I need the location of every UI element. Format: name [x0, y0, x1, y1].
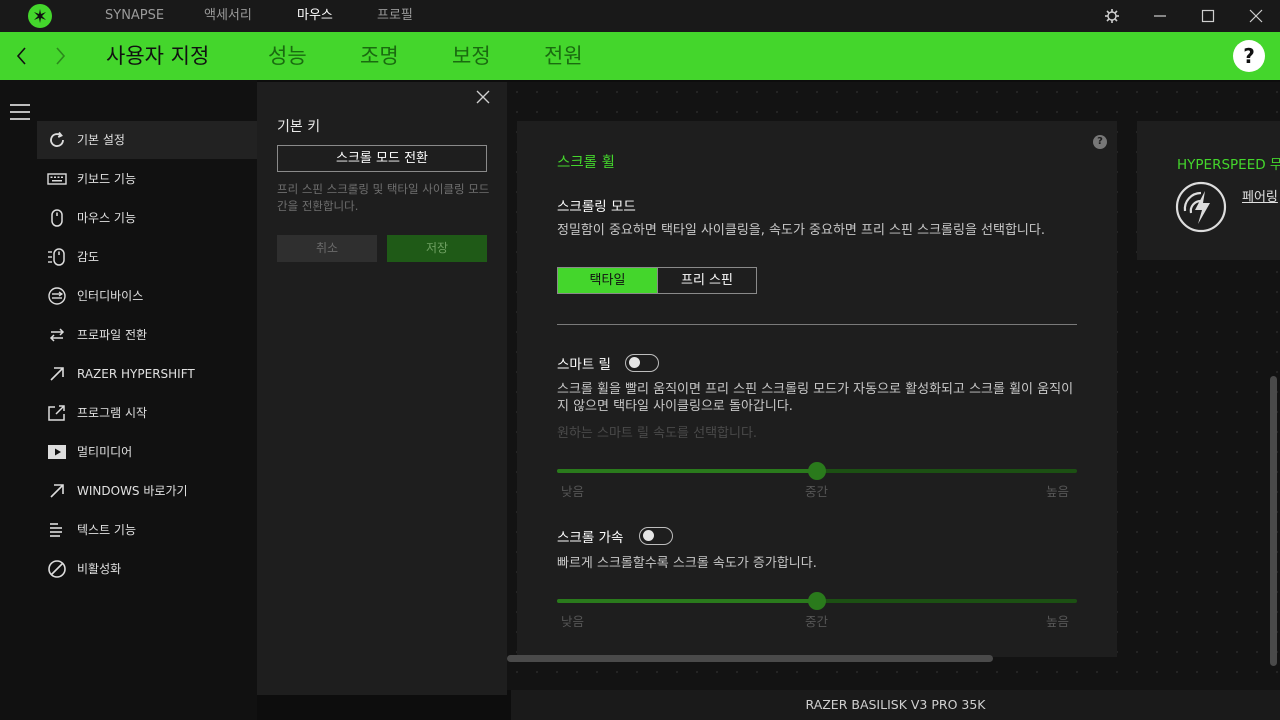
mouse-icon	[51, 209, 63, 227]
close-icon[interactable]	[1246, 6, 1266, 26]
tab-lighting[interactable]: 조명	[360, 32, 399, 80]
back-arrow-icon[interactable]	[14, 44, 30, 68]
slider-fill	[557, 599, 817, 603]
smart-reel-speed-slider[interactable]	[557, 462, 1077, 480]
tab-power[interactable]: 전원	[544, 32, 583, 80]
smart-reel-description: 스크롤 휠을 빨리 움직이면 프리 스핀 스크롤링 모드가 자동으로 활성화되고…	[557, 382, 1074, 414]
launch-program-icon	[48, 405, 65, 421]
sidebar-item-text[interactable]: 텍스트 기능	[37, 511, 257, 549]
close-panel-icon[interactable]	[475, 89, 491, 105]
pairing-link[interactable]: 페어링	[1242, 186, 1278, 205]
tab-calibration[interactable]: 보정	[452, 32, 491, 80]
key-assignment-panel	[257, 82, 507, 695]
divider	[557, 324, 1077, 325]
sidebar-item-label: RAZER HYPERSHIFT	[77, 367, 195, 381]
tab-customize[interactable]: 사용자 지정	[106, 32, 209, 80]
settings-icon[interactable]	[1102, 6, 1122, 26]
sidebar-item-sensitivity[interactable]: 감도	[37, 238, 257, 276]
tab-synapse[interactable]: SYNAPSE	[105, 0, 164, 32]
scroll-mode-title: 스크롤링 모드	[557, 199, 636, 215]
tab-mouse[interactable]: 마우스	[297, 0, 333, 32]
minimize-icon[interactable]	[1150, 6, 1170, 26]
smart-reel-speed-hint: 원하는 스마트 릴 속도를 선택합니다.	[557, 426, 758, 441]
scroll-wheel-title: 스크롤 휠	[557, 155, 615, 171]
reset-icon	[50, 131, 64, 147]
sidebar-item-disable[interactable]: 비활성화	[37, 550, 257, 588]
slider-mid-label: 중간	[805, 484, 829, 499]
tab-accessories[interactable]: 액세서리	[204, 0, 252, 32]
sidebar-item-keyboard[interactable]: 키보드 기능	[37, 160, 257, 198]
sidebar-item-label: 비활성화	[77, 562, 122, 576]
slider-handle[interactable]	[808, 462, 826, 480]
forward-arrow-icon[interactable]	[52, 44, 68, 68]
sidebar-item-multimedia[interactable]: 멀티미디어	[37, 433, 257, 471]
sidebar-item-label: 감도	[77, 250, 100, 264]
hyperspeed-wireless-icon	[1175, 181, 1227, 233]
sidebar-item-label: WINDOWS 바로가기	[77, 484, 188, 498]
card-help-icon[interactable]: ?	[1093, 135, 1107, 149]
panel-title: 기본 키	[277, 119, 321, 135]
free-spin-option[interactable]: 프리 스핀	[657, 268, 756, 293]
maximize-icon[interactable]	[1198, 6, 1218, 26]
scroll-mode-description: 정밀함이 중요하면 택타일 사이클링을, 속도가 중요하면 프리 스핀 스크롤링…	[557, 223, 1045, 238]
sidebar-item-label: 키보드 기능	[77, 172, 137, 186]
title-bar: SYNAPSE 액세서리 마우스 프로필	[0, 0, 1280, 32]
save-button[interactable]: 저장	[387, 235, 487, 262]
text-icon	[50, 523, 62, 537]
play-icon	[48, 445, 66, 459]
function-select[interactable]: 스크롤 모드 전환	[277, 145, 487, 172]
hypershift-arrow-icon	[50, 367, 64, 381]
panel-description: 프리 스핀 스크롤링 및 택타일 사이클링 모드 간을 전환합니다.	[277, 182, 490, 213]
smart-reel-title: 스마트 릴	[557, 357, 611, 373]
sidebar-item-label: 프로그램 시작	[77, 406, 148, 420]
interdevice-icon	[48, 287, 66, 305]
sidebar-item-mouse[interactable]: 마우스 기능	[37, 199, 257, 237]
tactile-option[interactable]: 택타일	[558, 268, 657, 293]
tab-profile[interactable]: 프로필	[377, 0, 413, 32]
sensitivity-icon	[48, 248, 65, 266]
slider-handle[interactable]	[808, 592, 826, 610]
razer-logo-icon[interactable]	[28, 4, 52, 28]
device-bar: RAZER BASILISK V3 PRO 35K	[511, 690, 1280, 720]
section-tab-bar: 사용자 지정 성능 조명 보정 전원 ?	[0, 32, 1280, 80]
sidebar-item-profile-switch[interactable]: 프로파일 전환	[37, 316, 257, 354]
slider-high-label: 높음	[1046, 484, 1070, 499]
sidebar-item-label: 기본 설정	[77, 133, 125, 147]
keyboard-icon	[47, 173, 67, 185]
scroll-acceleration-slider[interactable]	[557, 592, 1077, 610]
scroll-mode-segmented-control: 택타일 프리 스핀	[557, 267, 757, 294]
device-name: RAZER BASILISK V3 PRO 35K	[805, 697, 986, 712]
sidebar-item-label: 프로파일 전환	[77, 328, 148, 342]
hyperspeed-card: HYPERSPEED 무 페어링	[1137, 121, 1280, 260]
disable-icon	[48, 560, 66, 578]
sidebar-item-default[interactable]: 기본 설정	[37, 121, 257, 159]
scroll-acceleration-toggle[interactable]	[639, 527, 673, 545]
shortcut-arrow-icon	[50, 484, 64, 498]
sidebar-item-label: 마우스 기능	[77, 211, 137, 225]
tab-performance[interactable]: 성능	[268, 32, 307, 80]
sidebar-item-launch-program[interactable]: 프로그램 시작	[37, 394, 257, 432]
sidebar-item-label: 텍스트 기능	[77, 523, 137, 537]
sidebar-item-hypershift[interactable]: RAZER HYPERSHIFT	[37, 355, 257, 393]
smart-reel-toggle[interactable]	[625, 354, 659, 372]
sidebar-item-label: 멀티미디어	[77, 445, 133, 459]
menu-icon[interactable]	[10, 104, 30, 122]
slider-low-label: 낮음	[561, 614, 585, 629]
profile-switch-icon	[49, 328, 65, 342]
vertical-scrollbar[interactable]	[1270, 376, 1277, 666]
sidebar-item-label: 인터디바이스	[77, 289, 144, 303]
horizontal-scrollbar[interactable]	[507, 655, 993, 662]
sidebar-item-interdevice[interactable]: 인터디바이스	[37, 277, 257, 315]
slider-mid-label: 중간	[805, 614, 829, 629]
cancel-button[interactable]: 취소	[277, 235, 377, 262]
sidebar-item-windows-shortcut[interactable]: WINDOWS 바로가기	[37, 472, 257, 510]
slider-fill	[557, 469, 817, 473]
hyperspeed-title: HYPERSPEED 무	[1177, 157, 1280, 173]
help-button[interactable]: ?	[1233, 40, 1265, 72]
slider-low-label: 낮음	[561, 484, 585, 499]
scroll-acceleration-title: 스크롤 가속	[557, 530, 624, 546]
scroll-acceleration-description: 빠르게 스크롤할수록 스크롤 속도가 증가합니다.	[557, 556, 817, 571]
slider-high-label: 높음	[1046, 614, 1070, 629]
